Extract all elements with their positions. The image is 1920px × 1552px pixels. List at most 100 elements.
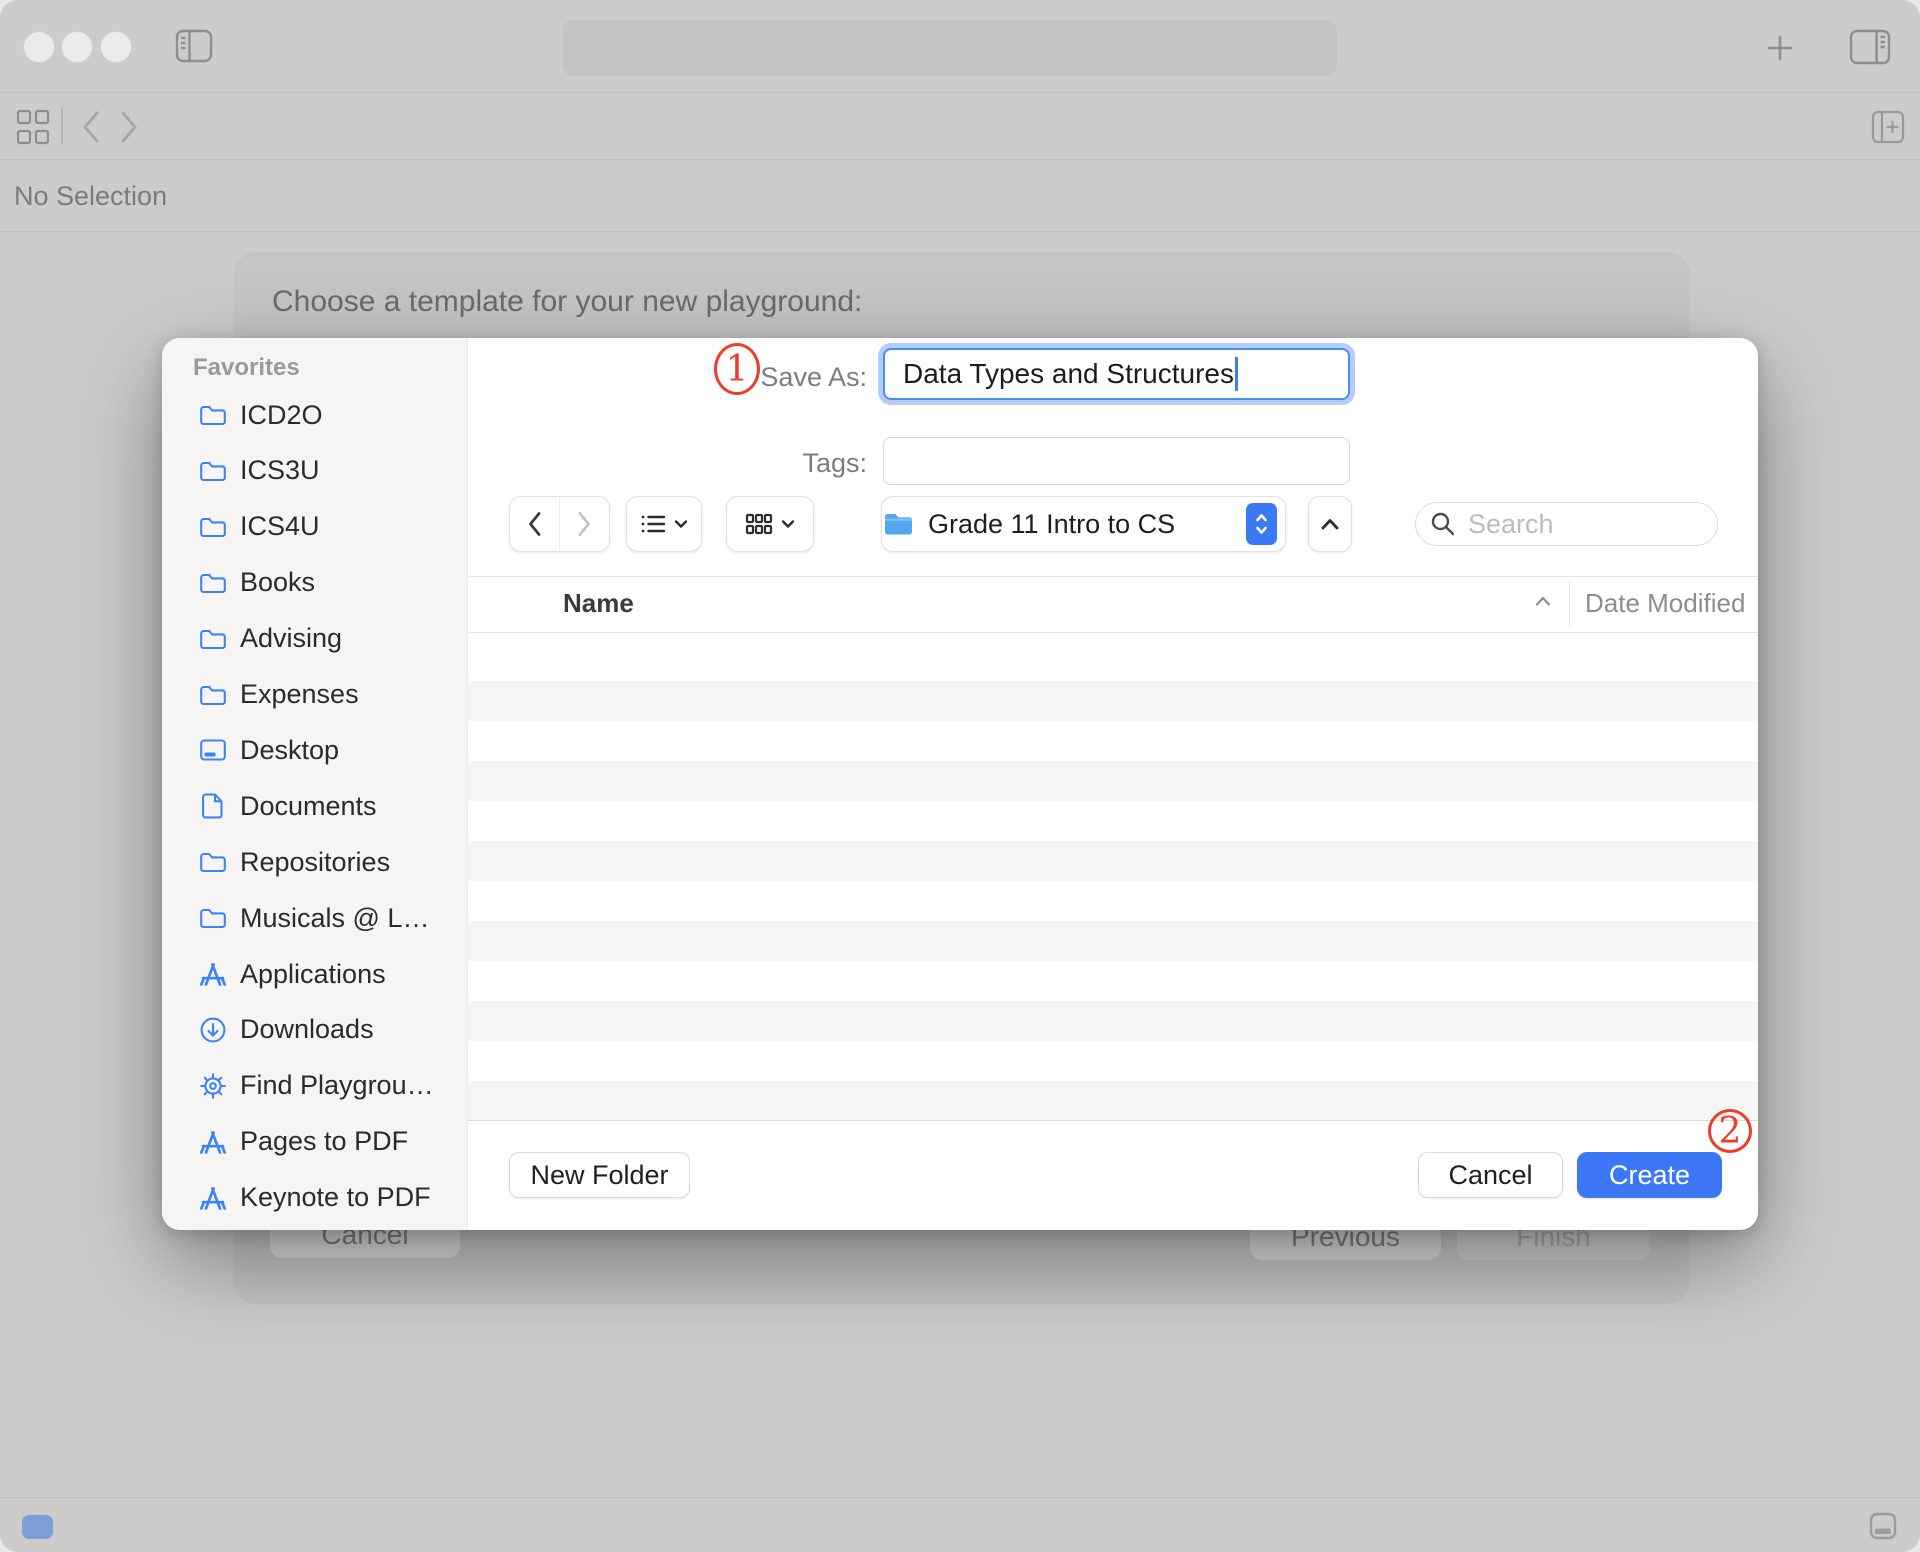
sidebar-item-pages-to-pdf[interactable]: Pages to PDF [172,1120,458,1164]
sidebar-item-downloads[interactable]: Downloads [172,1008,458,1052]
chevron-up-icon [1320,517,1340,531]
sidebar-item-advising[interactable]: Advising [172,617,458,661]
list-footer-divider [468,1120,1758,1121]
text-cursor [1235,357,1238,391]
sidebar-item-label: Repositories [240,847,390,878]
enclosing-folder-button[interactable] [1308,496,1352,552]
grid-view-icon [745,513,773,535]
location-stepper-icon [1246,503,1277,545]
column-divider[interactable] [1569,582,1570,626]
sidebar-item-ics3u[interactable]: ICS3U [172,449,458,493]
sidebar-item-documents[interactable]: Documents [172,784,458,828]
grid-view-dropdown[interactable] [726,496,814,552]
annotation-step-1: 1 [714,343,760,395]
sidebar-item-desktop[interactable]: Desktop [172,728,458,772]
create-button[interactable]: Create [1577,1152,1722,1198]
sidebar-item-label: Find Playgrou… [240,1070,434,1101]
file-list-row [468,761,1758,801]
file-list-row [468,681,1758,721]
file-list-row [468,1001,1758,1041]
document-icon [198,791,228,821]
search-input[interactable] [1466,508,1696,541]
sidebar-item-icd2o[interactable]: ICD2O [172,393,458,437]
sidebar-item-ics4u[interactable]: ICS4U [172,505,458,549]
column-header-date-modified[interactable]: Date Modified [1585,588,1745,619]
sidebar-item-label: ICS4U [240,511,320,542]
appstore-icon [198,1127,228,1157]
sidebar-item-expenses[interactable]: Expenses [172,673,458,717]
folder-icon [198,624,228,654]
toggle-debug-area-icon[interactable] [1869,1512,1897,1545]
location-dropdown[interactable]: Grade 11 Intro to CS [881,496,1286,552]
jump-bar-status: No Selection [14,181,167,212]
add-tab-icon[interactable] [1762,31,1798,65]
favorites-section-label: Favorites [193,354,300,382]
zoom-window-button[interactable] [100,31,132,63]
file-list-row [468,881,1758,921]
chevron-down-icon [781,519,795,529]
sidebar-item-label: Applications [240,959,386,990]
related-items-icon[interactable] [13,107,53,147]
close-window-button[interactable] [23,31,55,63]
sidebar-item-keynote-to-pdf[interactable]: Keynote to PDF [172,1176,458,1220]
back-button[interactable] [510,497,559,551]
folder-icon [198,903,228,933]
list-view-icon [640,513,666,535]
folder-icon [198,400,228,430]
folder-icon [882,511,914,537]
column-header-name[interactable]: Name [563,588,634,619]
save-as-input[interactable]: Data Types and Structures [883,348,1350,400]
appstore-icon [198,959,228,989]
sidebar-item-repositories[interactable]: Repositories [172,840,458,884]
navigation-toolbar [0,94,1920,160]
list-header-top-divider [468,576,1758,577]
sidebar-item-label: Pages to PDF [240,1126,408,1157]
minimize-window-button[interactable] [61,31,93,63]
titlebar [0,0,1920,93]
sidebar-item-label: Keynote to PDF [240,1182,431,1213]
navigate-forward-icon[interactable] [112,106,146,148]
folder-icon [198,847,228,877]
sidebar-item-find-playgrou[interactable]: Find Playgrou… [172,1064,458,1108]
sidebar-item-label: ICD2O [240,400,323,431]
cancel-button[interactable]: Cancel [1418,1152,1563,1198]
xcode-window: No Selection Choose a template for your … [0,0,1920,1552]
sidebar-item-label: Desktop [240,735,339,766]
sidebar-item-label: Books [240,567,315,598]
debug-bar [0,1497,1920,1552]
folder-icon [198,456,228,486]
file-list-row [468,721,1758,761]
sidebar-item-books[interactable]: Books [172,561,458,605]
sidebar-item-label: Documents [240,791,377,822]
toggle-left-sidebar-icon[interactable] [173,25,215,67]
list-view-dropdown[interactable] [626,496,702,552]
search-field[interactable] [1415,502,1718,546]
toggle-right-sidebar-icon[interactable] [1847,27,1893,67]
add-editor-icon[interactable] [1868,106,1908,148]
save-as-value: Data Types and Structures [903,358,1234,390]
file-list[interactable] [468,633,1758,1120]
tags-label: Tags: [722,448,867,479]
sidebar-item-musicals-l[interactable]: Musicals @ L… [172,896,458,940]
folder-icon [198,568,228,598]
window-title-field [562,20,1337,76]
sidebar-item-label: Expenses [240,679,359,710]
new-folder-button[interactable]: New Folder [509,1152,690,1198]
sort-ascending-icon[interactable] [1534,594,1552,612]
file-list-row [468,801,1758,841]
dialog-title: Choose a template for your new playgroun… [272,285,862,319]
file-list-row [468,633,1758,681]
breakpoint-chip-icon[interactable] [22,1515,53,1539]
file-list-row [468,1081,1758,1120]
tags-input[interactable] [883,437,1350,485]
desktop-icon [198,735,228,765]
forward-button[interactable] [560,497,609,551]
jump-bar: No Selection [0,161,1920,232]
sidebar-item-label: Advising [240,623,342,654]
save-sheet-sidebar: Favorites ICD2O ICS3U ICS4U Books Advising Ex… [162,338,468,1230]
gear-icon [198,1071,228,1101]
sidebar-item-applications[interactable]: Applications [172,952,458,996]
navigate-back-icon[interactable] [74,106,108,148]
chevron-down-icon [674,519,688,529]
folder-icon [198,680,228,710]
